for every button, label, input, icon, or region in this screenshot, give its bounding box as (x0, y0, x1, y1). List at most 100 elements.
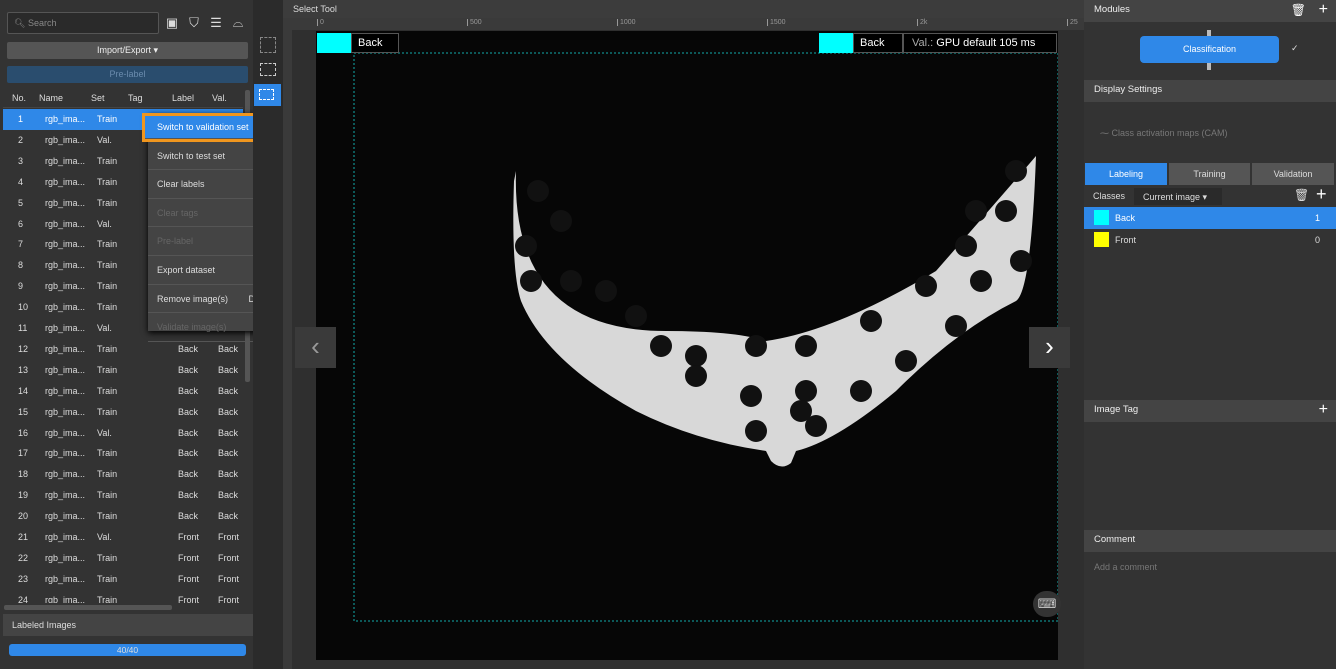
classes-label: Classes (1093, 191, 1126, 201)
table-cell: rgb_ima... (45, 197, 86, 208)
table-cell: Train (97, 343, 118, 354)
add-tag-icon[interactable]: + (1319, 400, 1328, 420)
table-row[interactable]: 21 rgb_ima... Val. Front Front (3, 527, 243, 548)
bracket-hole (995, 200, 1017, 222)
image-view[interactable] (316, 31, 1059, 660)
comment-input[interactable]: Add a comment (1094, 562, 1157, 572)
table-cell: rgb_ima... (45, 134, 86, 145)
table-cell: Back (218, 385, 239, 396)
table-cell: Train (97, 406, 118, 417)
checkmark-icon: ✓ (1291, 43, 1299, 53)
class-count: 1 (1314, 213, 1320, 223)
class-color-swatch (1094, 210, 1109, 225)
class-color-swatch-right (819, 33, 853, 53)
display-settings-header: Display Settings (1084, 80, 1336, 102)
table-cell: Back (178, 364, 199, 375)
table-cell: rgb_ima... (45, 114, 86, 124)
table-cell: rgb_ima... (45, 594, 86, 603)
table-cell: Train (97, 239, 118, 250)
tab-labeling[interactable]: Labeling (1085, 163, 1167, 185)
ruler-label: 2k (917, 19, 927, 26)
table-row[interactable]: 14 rgb_ima... Train Back Back (3, 381, 243, 402)
bracket-hole (520, 270, 542, 292)
table-row[interactable]: 12 rgb_ima... Train Back Back (3, 339, 243, 360)
labeled-images-header: Labeled Images (3, 614, 253, 636)
table-row[interactable]: 15 rgb_ima... Train Back Back (3, 402, 243, 423)
table-row[interactable]: 22 rgb_ima... Train Front Front (3, 548, 243, 569)
bracket-hole (515, 235, 537, 257)
table-row[interactable]: 20 rgb_ima... Train Back Back (3, 506, 243, 527)
keyboard-icon[interactable]: ⌨ (1033, 591, 1061, 617)
table-cell: rgb_ima... (45, 302, 86, 313)
table-cell: 3 (18, 155, 24, 166)
ruler-label: 25 (1067, 19, 1078, 26)
bracket-hole (550, 210, 572, 232)
bracket-hole (685, 365, 707, 387)
table-row[interactable]: 13 rgb_ima... Train Back Back (3, 360, 243, 381)
ruler-label: 500 (467, 19, 482, 26)
table-cell: Back (218, 427, 239, 438)
delete-class-icon[interactable]: 🗑︎ (1294, 188, 1309, 202)
bracket-hole (860, 310, 882, 332)
table-cell: 16 (18, 427, 29, 438)
table-cell: Train (97, 511, 118, 522)
table-cell: Train (97, 448, 118, 459)
table-row[interactable]: 16 rgb_ima... Val. Back Back (3, 423, 243, 444)
add-module-icon[interactable]: + (1319, 0, 1328, 20)
table-cell: 11 (18, 323, 28, 333)
bracket-hole (945, 315, 967, 337)
menu-item-label: Pre-label (157, 236, 194, 247)
class-item[interactable]: Front 0 (1084, 229, 1336, 251)
table-cell: rgb_ima... (45, 364, 86, 375)
table-cell: Back (178, 448, 199, 459)
bracket-hole (527, 180, 549, 202)
table-cell: rgb_ima... (45, 281, 86, 292)
bracket-hole (560, 270, 582, 292)
menu-item-label: Export dataset (157, 265, 216, 275)
add-class-icon[interactable]: + (1316, 184, 1327, 205)
table-cell: Train (97, 260, 118, 271)
table-cell: rgb_ima... (45, 343, 86, 354)
ruler-label: 0 (317, 19, 324, 26)
table-cell: 23 (18, 573, 29, 584)
select-tool-icon[interactable] (254, 84, 281, 106)
table-row[interactable]: 17 rgb_ima... Train Back Back (3, 443, 243, 464)
bracket-hole (625, 305, 647, 327)
bracket-hole (595, 280, 617, 302)
rect-select-icon[interactable] (260, 63, 276, 76)
table-cell: 24 (18, 594, 29, 603)
table-row[interactable]: 19 rgb_ima... Train Back Back (3, 485, 243, 506)
class-color-swatch (1094, 232, 1109, 247)
cam-toggle[interactable]: ⁓ Class activation maps (CAM) (1100, 128, 1228, 139)
trash-icon[interactable]: 🗑︎ (1291, 0, 1306, 20)
table-row[interactable]: 18 rgb_ima... Train Back Back (3, 464, 243, 485)
classification-module[interactable]: Classification (1140, 36, 1279, 63)
table-cell: Train (97, 469, 118, 480)
table-row[interactable]: 23 rgb_ima... Train Front Front (3, 569, 243, 590)
table-cell: Train (97, 552, 118, 563)
bracket-hole (745, 420, 767, 442)
bracket-hole (795, 335, 817, 357)
table-cell: Train (97, 385, 118, 396)
table-cell: 5 (18, 197, 24, 208)
previous-image-button[interactable]: ‹ (295, 327, 336, 368)
next-image-button[interactable]: › (1029, 327, 1070, 368)
polygon-select-icon[interactable] (260, 37, 276, 53)
metal-bracket (513, 156, 1036, 467)
table-cell: Train (97, 114, 118, 124)
menu-item-label: Switch to test set (157, 150, 226, 161)
tab-training[interactable]: Training (1169, 163, 1250, 185)
class-item[interactable]: Back 1 (1084, 207, 1336, 229)
horizontal-scrollbar[interactable] (4, 605, 172, 610)
table-cell: Back (218, 448, 239, 459)
table-cell: rgb_ima... (45, 239, 86, 250)
validation-info: Val.: GPU default 105 ms (903, 33, 1057, 53)
image-tag-title: Image Tag (1094, 404, 1139, 415)
table-cell: Train (97, 281, 118, 292)
classes-filter-dropdown[interactable]: Current image ▾ (1134, 188, 1222, 205)
table-row[interactable]: 24 rgb_ima... Train Front Front (3, 590, 243, 603)
tab-validation[interactable]: Validation (1252, 163, 1334, 185)
modules-title: Modules (1094, 4, 1130, 15)
class-count: 0 (1314, 235, 1320, 245)
table-cell: rgb_ima... (45, 260, 86, 271)
